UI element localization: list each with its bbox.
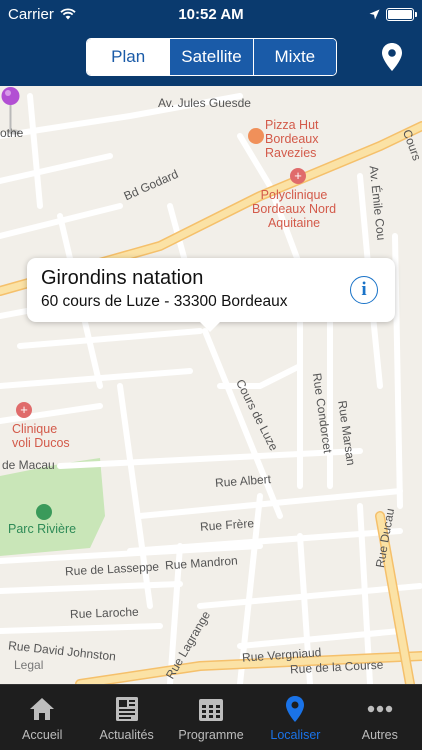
segment-mixte[interactable]: Mixte [252, 39, 336, 75]
more-icon [367, 705, 393, 713]
tab-label: Actualités [99, 728, 154, 742]
tab-actualites[interactable]: Actualités [84, 685, 168, 750]
tab-label: Autres [361, 728, 398, 742]
location-callout[interactable]: Girondins natation 60 cours de Luze - 33… [27, 258, 395, 332]
calendar-icon [199, 699, 224, 721]
battery-icon [386, 7, 417, 21]
tab-accueil[interactable]: Accueil [0, 685, 84, 750]
status-left: Carrier [8, 6, 76, 23]
map-view[interactable]: Av. Jules Guesde Bd Godard Cours de Luze… [0, 86, 422, 684]
legal-link[interactable]: Legal [14, 658, 43, 672]
map-roads [0, 86, 422, 684]
tab-autres[interactable]: Autres [338, 685, 422, 750]
street-label: Rue Laroche [69, 604, 139, 622]
callout-address: 60 cours de Luze - 33300 Bordeaux [41, 293, 288, 310]
poi-label-clinique: Clinique voli Ducos [12, 422, 70, 450]
newspaper-icon [115, 697, 138, 721]
location-pin-icon [286, 696, 305, 722]
map-pin-icon[interactable] [0, 86, 22, 136]
restaurant-poi-icon[interactable] [248, 128, 264, 144]
tab-label: Accueil [22, 728, 63, 742]
hospital-poi-icon[interactable]: + [290, 168, 306, 184]
status-bar: Carrier 10:52 AM [0, 0, 422, 28]
wifi-icon [60, 8, 76, 20]
info-button[interactable]: i [350, 276, 378, 304]
poi-label-park: Parc Rivière [8, 522, 77, 536]
tab-bar: Accueil Actualités Programme Localiser A… [0, 684, 422, 750]
carrier-label: Carrier [8, 5, 54, 23]
street-label: Av. Jules Guesde [158, 96, 251, 110]
status-right [369, 7, 417, 21]
battery-level [388, 9, 412, 19]
segment-plan[interactable]: Plan [87, 39, 170, 75]
location-pin-icon[interactable] [380, 42, 404, 72]
poi-label-pizza-hut: Pizza Hut Bordeaux Ravezies [265, 118, 319, 160]
tab-programme[interactable]: Programme [169, 685, 253, 750]
segment-satellite[interactable]: Satellite [169, 39, 253, 75]
park-poi-icon[interactable] [36, 504, 52, 520]
tab-label: Localiser [270, 728, 321, 742]
tab-localiser[interactable]: Localiser [253, 685, 337, 750]
location-arrow-icon [369, 9, 380, 19]
map-type-segmented-control: Plan Satellite Mixte [86, 38, 337, 76]
home-icon [30, 698, 55, 720]
callout-title: Girondins natation [41, 267, 204, 289]
hospital-poi-icon[interactable]: + [16, 402, 32, 418]
tab-label: Programme [178, 728, 244, 742]
poi-label-polyclinique: Polyclinique Bordeaux Nord Aquitaine [252, 188, 337, 230]
street-label: de Macau [2, 458, 55, 472]
nav-bar: Plan Satellite Mixte [0, 28, 422, 86]
